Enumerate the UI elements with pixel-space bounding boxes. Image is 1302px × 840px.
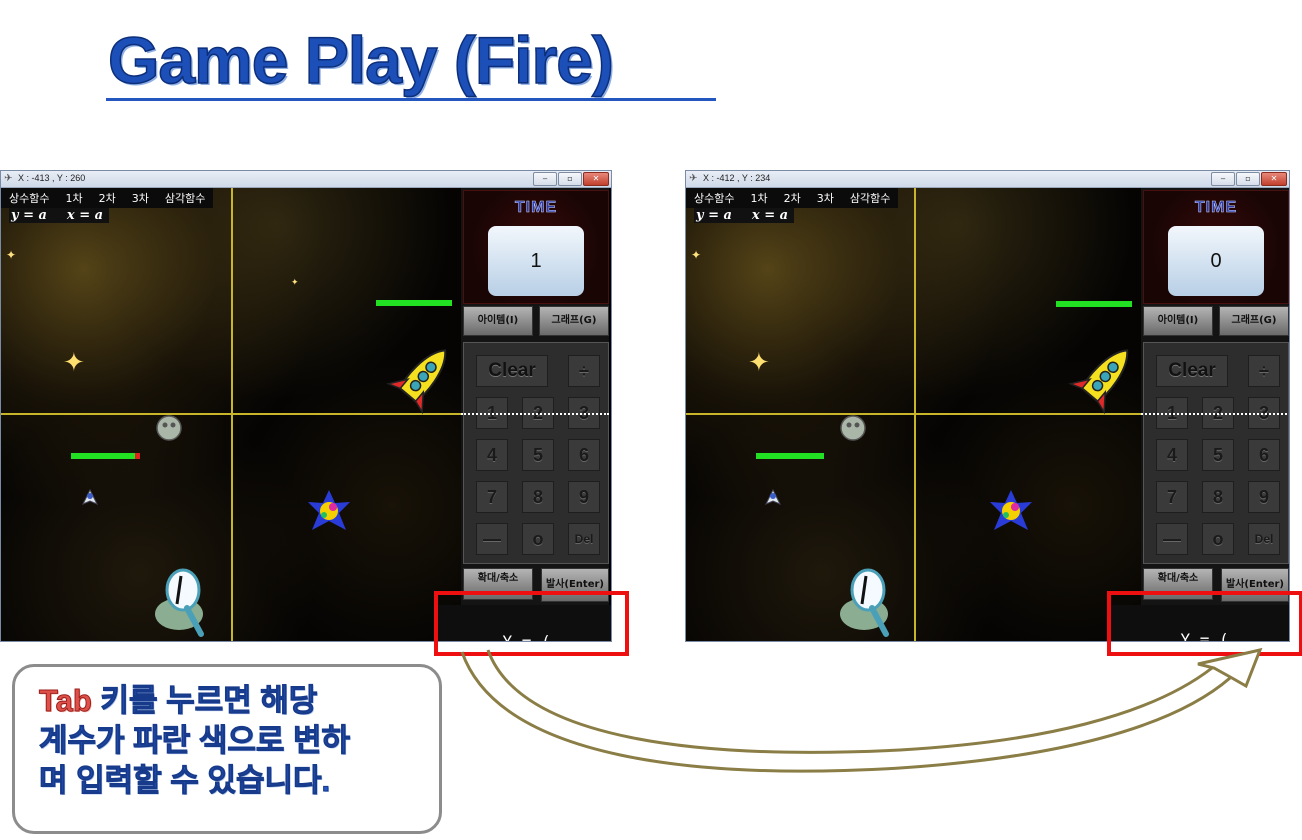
tab-keyword: Tab xyxy=(39,683,93,719)
callout-line3: 며 입력할 수 있습니다. xyxy=(38,763,331,799)
tab-instruction-callout: Tab 키를 누르면 해당 계수가 파란 색으로 변하 며 입력할 수 있습니다… xyxy=(12,664,442,834)
callout-text: Tab 키를 누르면 해당 계수가 파란 색으로 변하 며 입력할 수 있습니다… xyxy=(38,681,351,801)
callout-line2: 계수가 파란 색으로 변하 xyxy=(38,723,351,759)
callout-line1: 키를 누르면 해당 xyxy=(91,683,318,719)
